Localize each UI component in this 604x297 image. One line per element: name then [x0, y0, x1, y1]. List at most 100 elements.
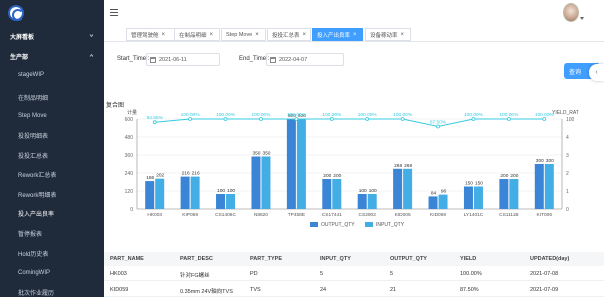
sidebar-item-hold-history[interactable]: Hold历史表	[0, 246, 104, 260]
x-tick-label: CS1406C	[215, 212, 236, 218]
sidebar-item-step-move[interactable]: Step Move	[0, 109, 104, 123]
tab-scrap-summary[interactable]: 投投汇总表 ×	[267, 28, 311, 41]
tab-yield[interactable]: 投入产出良率 ×	[312, 28, 363, 41]
column-header: YIELD	[460, 256, 477, 262]
y2-tick-label: 1	[566, 189, 569, 195]
sidebar-item-stagewip[interactable]: stageWIP	[0, 68, 104, 82]
sidebar-item-label: 暂停报表	[18, 231, 43, 238]
table-cell: 21	[390, 287, 397, 293]
y2-tick-label: 100	[566, 117, 575, 123]
bar-value-label: 200	[500, 173, 508, 179]
close-icon[interactable]: ×	[162, 32, 166, 38]
table-cell: KID059	[110, 287, 129, 293]
start-time-value: 2021-06-11	[159, 56, 187, 63]
sidebar-item-label: 投投汇总表	[18, 153, 49, 160]
y-tick-label: 360	[125, 153, 134, 159]
bar-output-qty	[534, 164, 544, 209]
bar-input-qty	[332, 179, 342, 209]
tab-equipment-util[interactable]: 设备稼动率 ×	[365, 28, 411, 41]
x-tick-label: CS17441	[322, 212, 342, 218]
bar-output-qty	[216, 194, 226, 209]
bar-value-label: 268	[404, 163, 412, 169]
sidebar-item-pause-report[interactable]: 暂停报表	[0, 226, 104, 240]
yield-label: 100.00%	[464, 112, 484, 118]
tab-wip-detail[interactable]: 在制品明细 ×	[174, 28, 220, 41]
bar-input-qty	[509, 179, 519, 209]
bar-output-qty	[393, 168, 403, 209]
sidebar-item-rework-detail[interactable]: Rework明细表	[0, 187, 104, 201]
yield-line	[154, 118, 545, 128]
close-icon[interactable]: ×	[353, 32, 357, 38]
tab-cockpit[interactable]: 管理驾驶舱 ×	[126, 28, 176, 41]
table-row[interactable]: KID059 0.35mm 24V轴向TVS TVS 24 21 87.50% …	[104, 283, 604, 297]
sidebar-item-label: Hold历史表	[18, 251, 49, 258]
tab-label: 投入产出良率	[317, 32, 351, 39]
y-tick-label: 0	[130, 207, 133, 213]
yield-label: 100.00%	[322, 112, 342, 118]
sidebar-item-scrap-detail[interactable]: 投投明细表	[0, 128, 104, 142]
end-time-input[interactable]: 2022-04-07	[266, 53, 344, 66]
close-icon[interactable]: ×	[210, 32, 214, 38]
y-tick-label: 600	[125, 117, 134, 123]
x-tick-label: HK003	[147, 212, 162, 218]
chevron-left-icon[interactable]: ‹	[589, 64, 604, 81]
table-header-row: PART_NAME PART_DESC PART_TYPE INPUT_QTY …	[104, 252, 604, 266]
bar-value-label: 100	[217, 188, 225, 194]
y2-tick-label: 2	[566, 171, 569, 177]
close-icon[interactable]: ×	[255, 32, 259, 38]
bar-value-label: 200	[323, 173, 331, 179]
sidebar-item-scrap-summary[interactable]: 投投汇总表	[0, 148, 104, 162]
table-cell: TVS	[250, 287, 261, 293]
sidebar-item-label: 在制品明细	[18, 95, 49, 102]
table-cell: 87.50%	[460, 287, 479, 293]
sidebar: 大屏看板 生产部 stageWIP 在制品明细 Step Move 投投明细表 …	[0, 0, 104, 297]
tab-label: Step Move	[226, 31, 253, 38]
sidebar-item-label: Rework汇总表	[18, 172, 57, 179]
yield-label: 100.00%	[216, 112, 236, 118]
y-tick-label: 240	[125, 171, 134, 177]
sidebar-item-comingwip[interactable]: ComingWIP	[0, 266, 104, 280]
close-icon[interactable]: ×	[303, 32, 307, 38]
sidebar-item-yield[interactable]: 投入产出良率	[0, 206, 104, 220]
sidebar-item-wip-detail[interactable]: 在制品明细	[0, 90, 104, 104]
yield-label: 87.50%	[430, 120, 447, 126]
sidebar-item-label: 投投明细表	[18, 133, 49, 140]
bar-value-label: 300	[536, 158, 544, 164]
legend-swatch-output	[310, 222, 318, 227]
table-cell: 24	[320, 287, 327, 293]
menu-group-production[interactable]: 生产部	[0, 49, 104, 63]
tab-step-move[interactable]: Step Move ×	[221, 28, 266, 41]
start-time-label: Start_Time :	[117, 56, 150, 62]
bar-input-qty	[367, 194, 377, 209]
bar-value-label: 268	[394, 163, 402, 169]
sidebar-item-lot-history[interactable]: 批次作业履历	[0, 285, 104, 297]
sidebar-item-rework-summary[interactable]: Rework汇总表	[0, 167, 104, 181]
start-time-input[interactable]: 2021-06-11	[146, 53, 220, 66]
chevron-down-icon	[89, 34, 94, 38]
x-tick-label: KIP059	[182, 212, 198, 218]
y2-axis-label: YIELD_RAT	[552, 110, 579, 116]
table-cell: 5	[320, 271, 324, 277]
bar-value-label: 150	[465, 181, 473, 187]
x-tick-label: KID059	[430, 212, 446, 218]
column-header: PART_TYPE	[250, 256, 282, 262]
bar-output-qty	[286, 119, 296, 209]
yield-label: 100.00%	[251, 112, 271, 118]
tab-bar: 管理驾驶舱 × 在制品明细 × Step Move × 投投汇总表 × 投入产出良率 × …	[104, 24, 604, 42]
sidebar-item-label: 投入产出良率	[18, 211, 55, 218]
tab-label: 投投汇总表	[272, 32, 300, 39]
bar-input-qty	[190, 176, 200, 209]
tab-label: 在制品明细	[179, 32, 207, 39]
bar-value-label: 96	[441, 189, 447, 195]
table-cell: 5	[390, 271, 394, 277]
yield-label: 100.00%	[499, 112, 519, 118]
sidebar-item-label: ComingWIP	[18, 270, 51, 276]
menu-group-dashboard[interactable]: 大屏看板	[0, 29, 104, 43]
close-icon[interactable]: ×	[401, 32, 405, 38]
table-row[interactable]: HK003 针对FG螺丝 PD 5 5 100.00% 2021-07-08	[104, 267, 604, 281]
menu-group-label: 大屏看板	[10, 34, 35, 41]
user-avatar[interactable]	[563, 3, 584, 22]
table-cell: 0.35mm 24V轴向TVS	[180, 289, 233, 295]
table-cell: 100.00%	[460, 271, 482, 277]
menu-toggle-icon[interactable]	[110, 9, 118, 16]
